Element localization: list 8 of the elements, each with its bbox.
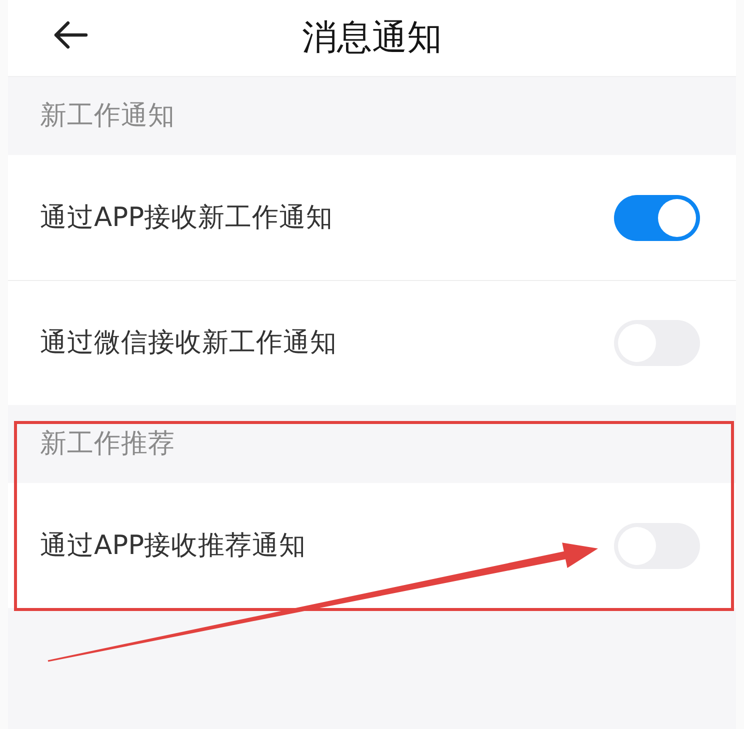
- section-title: 新工作通知: [40, 99, 175, 134]
- page-title: 消息通知: [302, 16, 442, 60]
- setting-label: 通过微信接收新工作通知: [40, 326, 337, 360]
- back-icon[interactable]: [52, 20, 88, 50]
- setting-label: 通过APP接收新工作通知: [40, 200, 334, 235]
- setting-label: 通过APP接收推荐通知: [40, 528, 306, 563]
- toggle-switch[interactable]: [614, 194, 700, 240]
- section-title: 新工作推荐: [40, 427, 175, 462]
